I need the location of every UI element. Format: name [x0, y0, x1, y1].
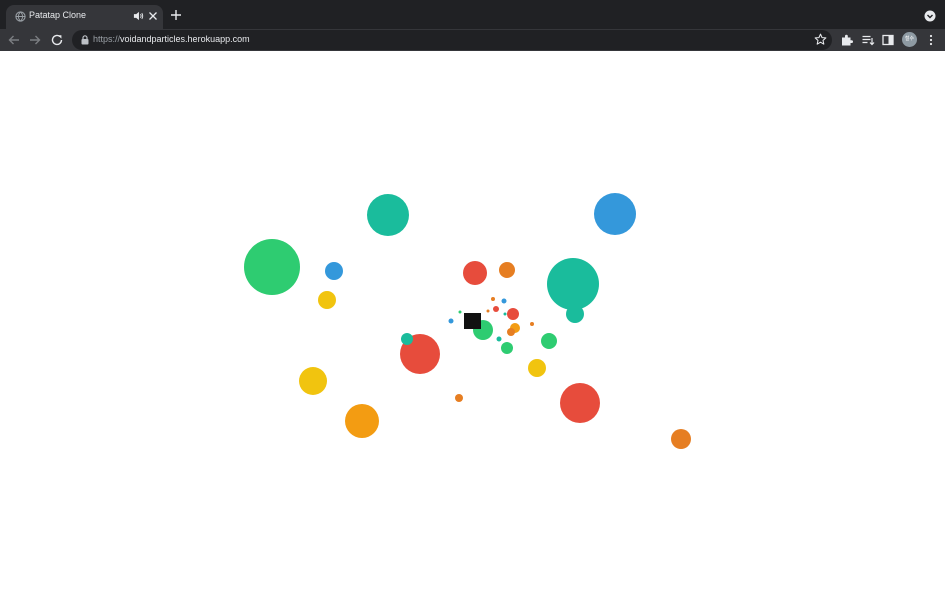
particle-circle: [501, 342, 513, 354]
avatar[interactable]: 철수: [902, 32, 917, 47]
particle-circle: [496, 336, 502, 342]
particle-circle: [299, 367, 327, 395]
puzzle-icon[interactable]: [840, 33, 854, 47]
tab-patatap-clone[interactable]: Patatap Clone: [6, 5, 163, 29]
toolbar: https://voidandparticles.herokuapp.com 철…: [0, 29, 945, 51]
tab-title: Patatap Clone: [29, 10, 87, 20]
url-text[interactable]: https://voidandparticles.herokuapp.com: [93, 34, 250, 44]
particle-circle: [318, 291, 336, 309]
particle-circle: [486, 309, 490, 313]
particle-circle: [367, 194, 409, 236]
particle-circle: [458, 310, 462, 314]
particle-circle: [507, 308, 519, 320]
arrow-left-icon[interactable]: [7, 33, 21, 47]
arrow-right-icon[interactable]: [28, 33, 42, 47]
particle-circle: [455, 394, 463, 402]
particle-circle: [244, 239, 300, 295]
center-square: [464, 313, 481, 329]
particle-circle: [566, 305, 584, 323]
particle-circle: [507, 328, 515, 336]
particle-canvas[interactable]: [0, 51, 945, 591]
url-host: voidandparticles.herokuapp.com: [120, 34, 250, 44]
lock-icon[interactable]: [81, 35, 89, 45]
particle-circle: [463, 261, 487, 285]
particle-circle: [503, 312, 507, 316]
particle-circle: [541, 333, 557, 349]
particle-circle: [560, 383, 600, 423]
particle-circle: [501, 298, 507, 304]
star-icon[interactable]: [814, 33, 827, 46]
particle-circle: [491, 297, 495, 301]
particle-circle: [401, 333, 413, 345]
address-bar[interactable]: https://voidandparticles.herokuapp.com: [72, 30, 832, 50]
kebab-menu-icon[interactable]: [924, 33, 938, 47]
particle-circle: [493, 306, 499, 312]
particle-circle: [325, 262, 343, 280]
browser-window: Patatap Clone https://voidandparticles.h…: [0, 0, 945, 591]
reading-list-icon[interactable]: [861, 33, 875, 47]
particle-circle: [448, 318, 454, 324]
side-panel-icon[interactable]: [881, 33, 895, 47]
particle-circle: [547, 258, 599, 310]
tab-strip: Patatap Clone: [0, 0, 945, 29]
particle-circle: [671, 429, 691, 449]
plus-icon[interactable]: [170, 9, 182, 21]
particle-circle: [499, 262, 515, 278]
particle-circle: [528, 359, 546, 377]
particle-circle: [345, 404, 379, 438]
globe-icon: [15, 11, 26, 22]
reload-icon[interactable]: [50, 33, 64, 47]
speaker-icon[interactable]: [133, 10, 144, 22]
chevron-down-icon[interactable]: [924, 10, 936, 22]
particle-circle: [530, 322, 534, 326]
close-icon[interactable]: [148, 11, 158, 21]
url-scheme: https://: [93, 34, 121, 44]
particle-circle: [594, 193, 636, 235]
page-viewport[interactable]: [0, 51, 945, 591]
